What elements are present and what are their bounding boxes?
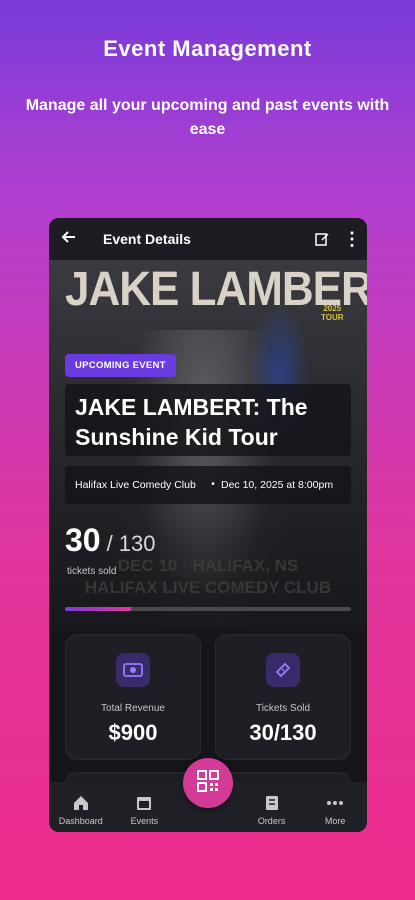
revenue-label: Total Revenue	[101, 703, 165, 714]
nav-dashboard[interactable]: Dashboard	[49, 782, 113, 832]
revenue-value: $900	[108, 720, 158, 745]
arrow-left-icon[interactable]	[49, 229, 89, 250]
nav-events-label: Events	[130, 815, 159, 826]
nav-events[interactable]: Events	[113, 782, 177, 832]
venue-name: Halifax Live Comedy Club	[75, 479, 196, 491]
tickets-progress-fill	[65, 607, 131, 611]
separator-dot: •	[211, 479, 215, 490]
event-hero: JAKE LAMBERT 2025 TOUR DEC 10 · HALIFAX,…	[49, 260, 367, 630]
event-title: JAKE LAMBERT: The Sunshine Kid Tour	[65, 384, 351, 456]
phone-screen: Event Details ⋮ JAKE LAMBERT 2025 TOUR D…	[49, 218, 367, 832]
event-datetime: Dec 10, 2025 at 8:00pm	[221, 479, 334, 491]
home-icon	[72, 793, 90, 813]
tickets-sold-value: 30	[65, 522, 101, 558]
calendar-icon	[135, 793, 153, 813]
nav-orders[interactable]: Orders	[240, 782, 304, 832]
tickets-card[interactable]: Tickets Sold 30/130	[215, 634, 351, 760]
page-title: Event Details	[103, 231, 191, 247]
scan-qr-button[interactable]	[183, 758, 233, 808]
poster-tour: TOUR	[321, 313, 344, 322]
revenue-icon	[116, 653, 150, 687]
tickets-count: 30 / 130	[65, 522, 155, 559]
nav-more[interactable]: More	[303, 782, 367, 832]
tickets-caption: tickets sold	[67, 566, 117, 577]
nav-dashboard-label: Dashboard	[58, 815, 103, 826]
venue-datetime: Halifax Live Comedy Club • Dec 10, 2025 …	[65, 466, 351, 504]
promo-subline: Manage all your upcoming and past events…	[25, 97, 390, 138]
tickets-total-value: 130	[118, 531, 156, 556]
edit-icon[interactable]	[307, 231, 337, 247]
qr-code-icon	[196, 769, 220, 798]
nav-orders-label: Orders	[257, 815, 286, 826]
tickets-separator: /	[106, 531, 113, 556]
more-dots-icon	[326, 793, 344, 813]
ticket-icon	[266, 653, 300, 687]
revenue-card[interactable]: Total Revenue $900	[65, 634, 201, 760]
app-bar: Event Details ⋮	[49, 218, 367, 260]
tickets-progress-bar	[65, 607, 351, 611]
orders-icon	[263, 793, 281, 813]
nav-more-label: More	[324, 815, 346, 826]
promo-headline: Event Management	[103, 36, 312, 61]
tickets-label: Tickets Sold	[255, 703, 311, 714]
poster-year-tag: 2025 TOUR	[321, 304, 344, 322]
status-badge: UPCOMING EVENT	[65, 354, 176, 377]
tickets-value: 30/130	[249, 720, 317, 745]
poster-year: 2025	[323, 304, 342, 313]
poster-caption-venue: HALIFAX LIVE COMEDY CLUB	[84, 578, 332, 597]
kebab-icon[interactable]: ⋮	[337, 229, 367, 250]
